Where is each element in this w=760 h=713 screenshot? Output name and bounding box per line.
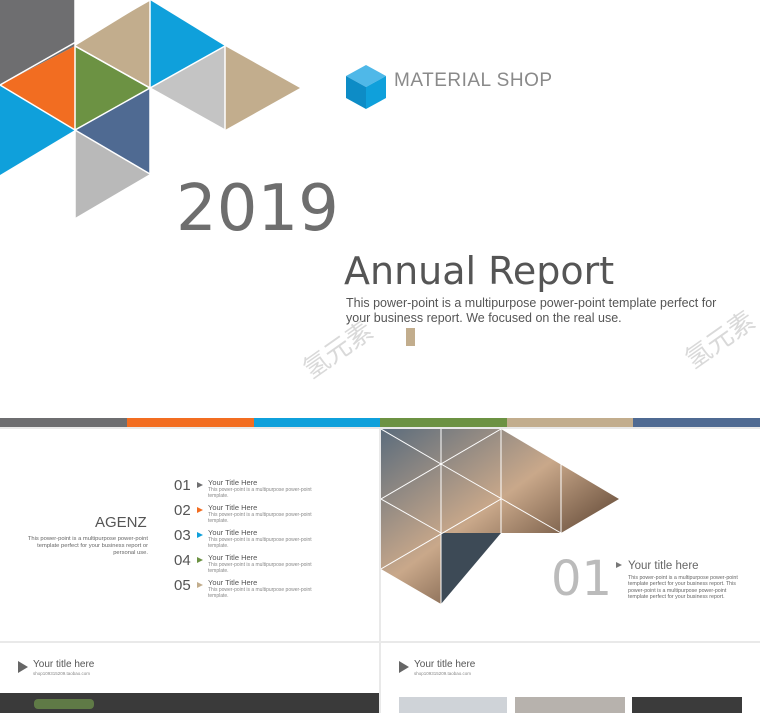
section-description: This power-point is a multipurpose power… xyxy=(628,575,738,601)
section-title: Your title here xyxy=(628,560,699,572)
photo-banner xyxy=(0,693,379,713)
agenda-item-text: This power-point is a multipurpose power… xyxy=(208,487,312,499)
slide-subtitle: shop109315209.taobao.com xyxy=(414,671,472,676)
play-icon xyxy=(197,557,203,563)
agenda-item-text: This power-point is a multipurpose power… xyxy=(208,562,312,574)
report-title: Annual Report xyxy=(344,249,615,293)
agenda-item-text: This power-point is a multipurpose power… xyxy=(208,537,312,549)
year-heading: 2019 xyxy=(176,172,339,246)
stripe-gray xyxy=(0,418,127,427)
watermark-left: 氢元素 xyxy=(297,315,379,386)
desk-image xyxy=(515,697,625,713)
section-number: 01 xyxy=(551,551,613,607)
stripe-green xyxy=(380,418,507,427)
agenda-description: This power-point is a multipurpose power… xyxy=(27,536,148,556)
content-slide-4[interactable]: Your title here shop109315209.taobao.com xyxy=(381,643,760,713)
agenda-number: 03 xyxy=(174,527,191,544)
play-icon xyxy=(197,582,203,588)
play-icon xyxy=(197,532,203,538)
agenda-number: 01 xyxy=(174,477,191,494)
plant-image xyxy=(34,699,94,709)
agenda-item-title: Your Title Here xyxy=(208,553,258,562)
agenda-number: 04 xyxy=(174,552,191,569)
accent-bar xyxy=(406,328,415,346)
agenda-item-title: Your Title Here xyxy=(208,578,258,587)
brand-name: MATERIAL SHOP xyxy=(394,70,553,91)
slide-title: Your title here xyxy=(414,659,476,670)
agenda-number: 05 xyxy=(174,577,191,594)
slide-subtitle: shop109315209.taobao.com xyxy=(33,671,91,676)
play-icon xyxy=(18,661,28,673)
play-icon xyxy=(197,507,203,513)
agenda-item-text: This power-point is a multipurpose power… xyxy=(208,512,312,524)
agenda-item-title: Your Title Here xyxy=(208,503,258,512)
keyboard-image xyxy=(399,697,507,713)
play-icon xyxy=(616,562,622,568)
play-icon xyxy=(399,661,409,673)
camera-image xyxy=(632,697,742,713)
section-slide[interactable]: 01 Your title here This power-point is a… xyxy=(381,429,760,641)
cube-icon xyxy=(346,65,386,109)
desc-line-1: This power-point is a multipurpose power… xyxy=(346,296,717,310)
stripe-tan xyxy=(507,418,633,427)
report-description: This power-point is a multipurpose power… xyxy=(346,296,726,326)
agenda-item-text: This power-point is a multipurpose power… xyxy=(208,587,312,599)
content-slide-3[interactable]: Your title here shop109315209.taobao.com xyxy=(0,643,379,713)
slide-title: Your title here xyxy=(33,659,95,670)
agenda-item-title: Your Title Here xyxy=(208,478,258,487)
stripe-orange xyxy=(127,418,254,427)
desc-line-2: your business report. We focused on the … xyxy=(346,311,622,325)
agenda-item-title: Your Title Here xyxy=(208,528,258,537)
agenda-slide[interactable]: AGENZ This power-point is a multipurpose… xyxy=(0,429,379,641)
title-slide[interactable]: MATERIAL SHOP 2019 Annual Report This po… xyxy=(0,0,760,418)
stripe-blue xyxy=(254,418,380,427)
agenda-title: AGENZ xyxy=(95,514,147,531)
play-icon xyxy=(197,482,203,488)
stripe-navy xyxy=(633,418,760,427)
agenda-number: 02 xyxy=(174,502,191,519)
